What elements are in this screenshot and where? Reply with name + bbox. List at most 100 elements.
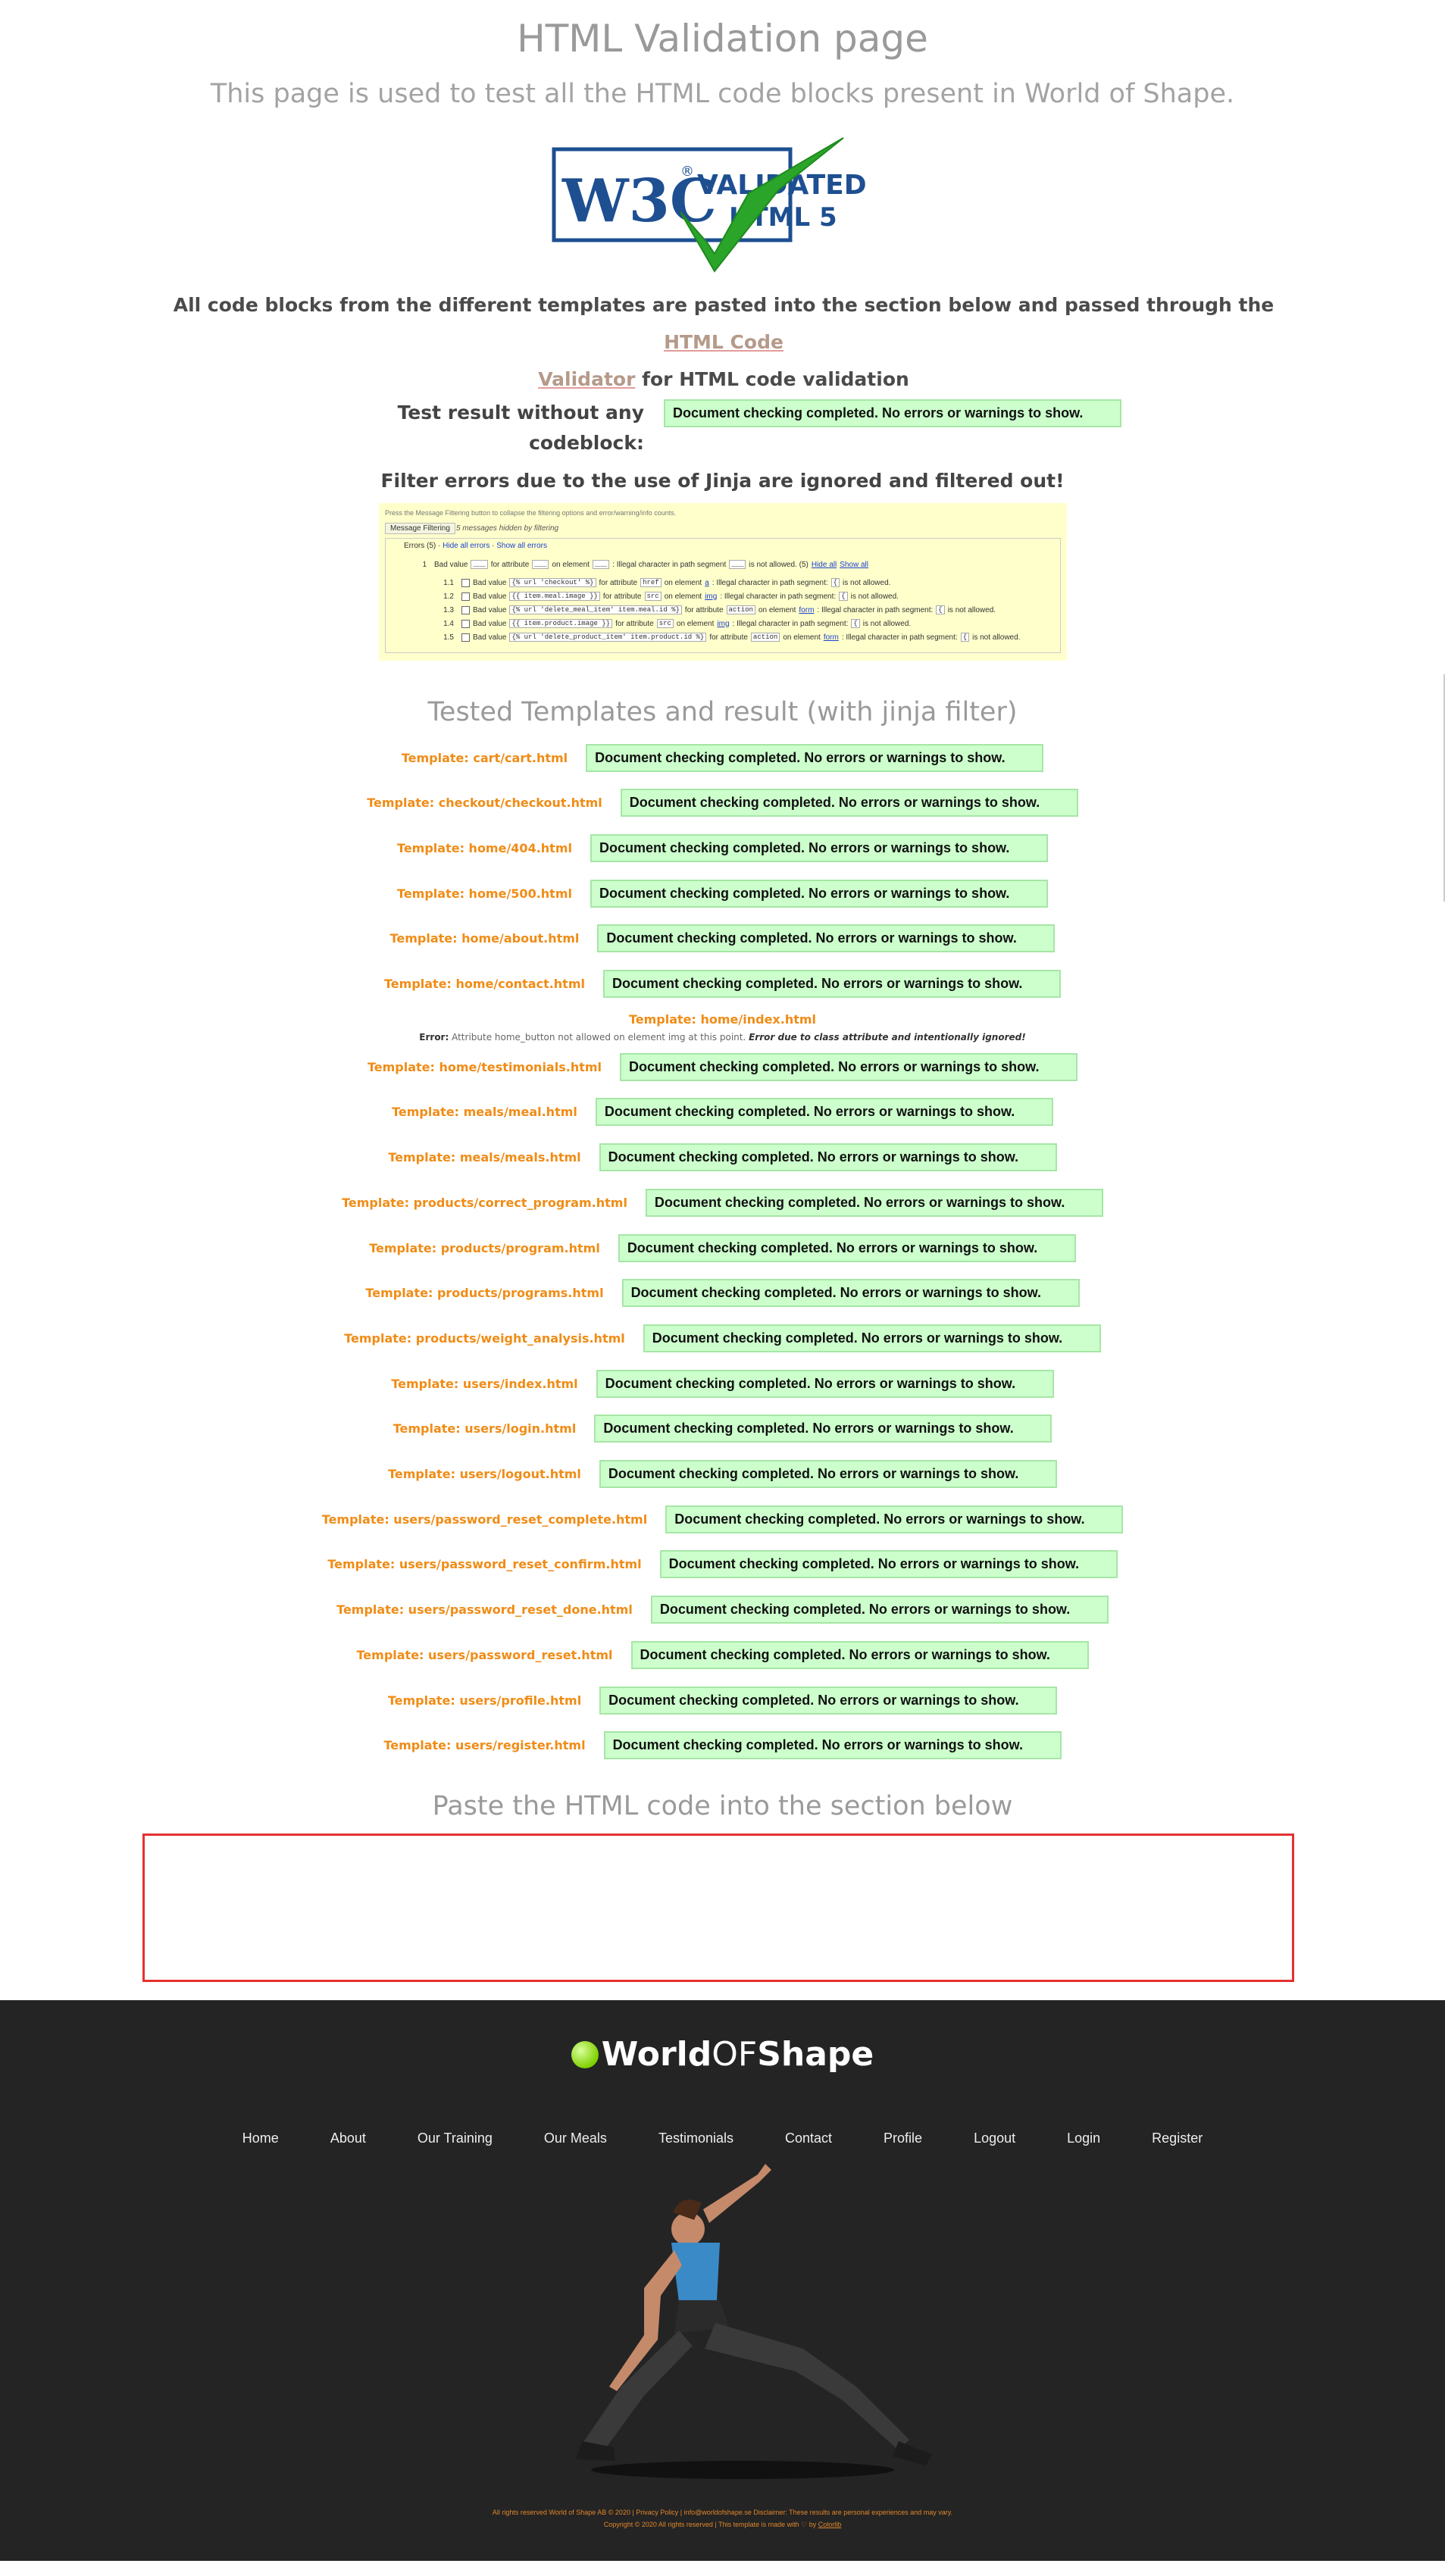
jinja-heading: Filter errors due to the use of Jinja ar… xyxy=(380,470,1065,492)
template-name: Template: home/contact.html xyxy=(384,977,585,991)
hide-all-errors-link[interactable]: Hide all errors xyxy=(443,542,489,550)
validation-result: Document checking completed. No errors o… xyxy=(599,1460,1057,1488)
element-link[interactable]: img xyxy=(705,592,717,601)
filter-message-row: 1.3 Bad value {% url 'delete_meal_item' it… xyxy=(443,605,996,614)
footer-nav-our-training[interactable]: Our Training xyxy=(418,2131,493,2146)
footer-nav-logout[interactable]: Logout xyxy=(974,2131,1015,2146)
footer-nav-login[interactable]: Login xyxy=(1067,2131,1100,2146)
template-name: Template: products/program.html xyxy=(369,1240,600,1255)
template-name: Template: users/password_reset.html xyxy=(356,1647,613,1662)
template-result-row: Template: checkout/checkout.html Document… xyxy=(0,788,1445,818)
template-result-row: Template: users/login.html Document check… xyxy=(0,1414,1445,1444)
filter-message-row: 1.2 Bad value{{ item.meal.image }} for att… xyxy=(443,592,899,601)
template-result-row: Template: users/index.html Document check… xyxy=(0,1368,1445,1399)
validation-result: Document checking completed. No errors o… xyxy=(590,833,1048,862)
element-link[interactable]: form xyxy=(799,606,814,614)
tested-templates-heading: Tested Templates and result (with jinja … xyxy=(427,697,1018,727)
footer-nav-our-meals[interactable]: Our Meals xyxy=(544,2131,607,2146)
template-name: Template: users/logout.html xyxy=(388,1467,581,1481)
validation-result: Document checking completed. No errors o… xyxy=(664,399,1121,427)
template-result-row: Template: users/password_reset_confirm.h… xyxy=(0,1549,1445,1580)
template-result-row: Template: cart/cart.html Document checkin… xyxy=(0,742,1445,773)
validation-result: Document checking completed. No errors o… xyxy=(645,1188,1103,1217)
template-name: Template: users/index.html xyxy=(391,1376,578,1391)
template-result-row: Template: products/weight_analysis.html D… xyxy=(0,1323,1445,1353)
w3c-validated-badge: W3C ® VALIDATED HTML 5 xyxy=(552,137,867,273)
template-result-row: Template: users/logout.html Document chec… xyxy=(0,1459,1445,1490)
template-result-row: Template: products/program.html Document … xyxy=(0,1233,1445,1263)
validation-result: Document checking completed. No errors o… xyxy=(643,1324,1101,1352)
html-paste-area[interactable] xyxy=(142,1834,1294,1982)
footer-nav-home[interactable]: Home xyxy=(242,2131,279,2146)
filter-checkbox[interactable] xyxy=(461,619,470,628)
template-name: Template: home/404.html xyxy=(397,840,572,855)
element-link[interactable]: img xyxy=(717,620,729,628)
footer-nav-profile[interactable]: Profile xyxy=(884,2131,922,2146)
template-name: Template: home/testimonials.html xyxy=(367,1059,602,1074)
template-result-row: Template: users/password_reset.html Docum… xyxy=(0,1640,1445,1670)
validation-result: Document checking completed. No errors o… xyxy=(620,789,1078,818)
errors-header: Errors (5) · Hide all errors · Show all … xyxy=(404,542,547,550)
validation-result: Document checking completed. No errors o… xyxy=(618,1233,1076,1262)
template-name: Template: home/500.html xyxy=(397,886,572,901)
footer-nav-contact[interactable]: Contact xyxy=(785,2131,832,2146)
colorlib-link[interactable]: Colorlib xyxy=(818,2521,842,2528)
validation-result: Document checking completed. No errors o… xyxy=(599,1686,1058,1715)
filter-message-row: 1.1 Bad value {% url 'checkout' %} for attr… xyxy=(443,578,891,587)
errors-group: Errors (5) · Hide all errors · Show all … xyxy=(385,538,1061,653)
template-name: Template: products/weight_analysis.html xyxy=(344,1330,625,1346)
template-result-row: Template: users/password_reset_done.html… xyxy=(0,1595,1445,1625)
footer-nav-register[interactable]: Register xyxy=(1152,2131,1203,2146)
template-name: Template: products/programs.html xyxy=(365,1286,604,1301)
validation-result: Document checking completed. No errors o… xyxy=(650,1596,1109,1624)
element-link[interactable]: form xyxy=(824,633,839,642)
template-name: Template: users/login.html xyxy=(393,1421,577,1436)
template-result-row: Template: home/404.html Document checking… xyxy=(0,833,1445,863)
footer-logo[interactable]: WorldOFShape xyxy=(0,2035,1445,2074)
validation-result: Document checking completed. No errors o… xyxy=(620,1052,1078,1081)
validation-result: Document checking completed. No errors o… xyxy=(659,1550,1118,1579)
template-result-row: Template: home/about.html Document checki… xyxy=(0,924,1445,954)
template-result-row: Template: products/correct_program.html D… xyxy=(0,1187,1445,1218)
filter-message-row: 1.4 Bad value{{ item.product.image }} for … xyxy=(443,619,912,628)
template-name: Template: users/password_reset_done.html xyxy=(336,1602,633,1618)
validation-result: Document checking completed. No errors o… xyxy=(599,1143,1057,1172)
filter-checkbox[interactable] xyxy=(461,592,470,601)
show-all-errors-link[interactable]: Show all errors xyxy=(496,542,547,550)
validation-result: Document checking completed. No errors o… xyxy=(594,1415,1052,1443)
footer-nav-about[interactable]: About xyxy=(330,2131,366,2146)
group-hide-all-link[interactable]: Hide all xyxy=(812,561,837,569)
paste-heading: Paste the HTML code into the section bel… xyxy=(432,1791,1013,1821)
validation-result: Document checking completed. No errors o… xyxy=(665,1505,1124,1533)
legal-line-1: All rights reserved World of Shape AB © … xyxy=(492,2509,953,2516)
template-result-row: Template: products/programs.html Document… xyxy=(0,1278,1445,1308)
footer: WorldOFShape Home About Our Training Our Me… xyxy=(0,2000,1445,2561)
template-name: Template: home/index.html xyxy=(628,1012,817,1027)
template-result-row: Template: users/password_reset_complete.… xyxy=(0,1504,1445,1534)
template-result-row: Template: home/testimonials.html Document… xyxy=(0,1052,1445,1082)
group-show-all-link[interactable]: Show all xyxy=(840,561,868,569)
filter-checkbox[interactable] xyxy=(461,605,470,614)
template-result-row: Template: meals/meal.html Document checki… xyxy=(0,1097,1445,1127)
athlete-image xyxy=(576,2164,932,2479)
validation-result: Document checking completed. No errors o… xyxy=(630,1640,1089,1669)
template-name: Template: checkout/checkout.html xyxy=(367,796,602,811)
template-name: Template: cart/cart.html xyxy=(401,750,568,765)
filter-hint: Press the Message Filtering button to co… xyxy=(385,509,677,517)
message-filtering-tab[interactable]: Message Filtering xyxy=(385,523,455,534)
footer-nav: Home About Our Training Our Meals Testimonia… xyxy=(0,2131,1445,2146)
template-result-row: Template: home/500.html Document checking… xyxy=(0,878,1445,908)
template-name: Template: home/about.html xyxy=(389,931,580,946)
filter-checkbox[interactable] xyxy=(461,578,470,587)
validation-result: Document checking completed. No errors o… xyxy=(596,1369,1054,1398)
template-name: Template: meals/meal.html xyxy=(392,1105,577,1120)
template-error-note: Error: Attribute home_button not allowed… xyxy=(419,1032,1026,1043)
element-link[interactable]: a xyxy=(705,579,709,587)
validation-result: Document checking completed. No errors o… xyxy=(597,924,1056,953)
footer-nav-testimonials[interactable]: Testimonials xyxy=(658,2131,733,2146)
validation-result: Document checking completed. No errors o… xyxy=(603,1731,1062,1760)
footer-legal: All rights reserved World of Shape AB © … xyxy=(0,2506,1445,2531)
svg-text:®: ® xyxy=(680,164,694,180)
template-name: Template: products/correct_program.html xyxy=(342,1195,627,1210)
filter-checkbox[interactable] xyxy=(461,633,470,642)
